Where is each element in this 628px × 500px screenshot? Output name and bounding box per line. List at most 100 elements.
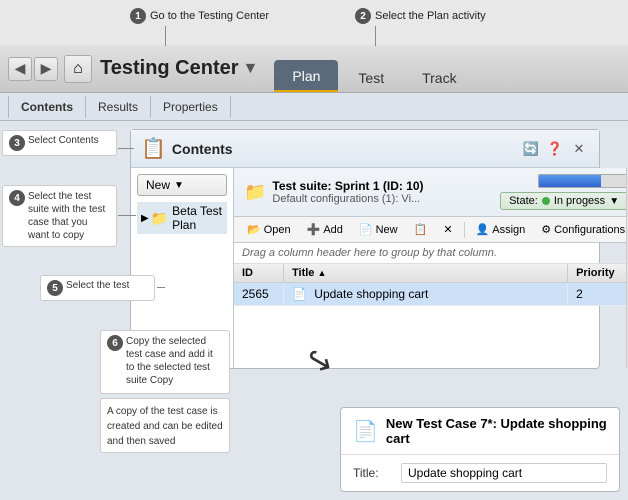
result-header: 📄 New Test Case 7*: Update shopping cart [341, 408, 619, 455]
annotation-line-2 [375, 26, 376, 46]
assign-icon: 👤 [476, 223, 490, 236]
panel-icons: 🔄 ❓ ✕ [521, 139, 589, 159]
result-box: 📄 New Test Case 7*: Update shopping cart… [340, 407, 620, 492]
col-title[interactable]: Title ▲ [284, 264, 568, 282]
new-button-arrow: ▼ [174, 180, 184, 191]
col-id[interactable]: ID [234, 264, 284, 282]
nav-dropdown[interactable]: ▼ [243, 60, 259, 78]
panel-close-icon[interactable]: ✕ [569, 139, 589, 159]
row-icon: 📄 [292, 287, 307, 301]
state-dropdown[interactable]: ▼ [609, 196, 619, 207]
toolbar-add[interactable]: ➕ Add [300, 220, 350, 239]
suite-right: State: In progess ▼ [500, 174, 628, 210]
toolbar-configurations[interactable]: ⚙ Configurations [534, 220, 628, 239]
new-icon: 📄 [359, 223, 373, 236]
tree-expand-icon: ▶ [141, 213, 149, 224]
annotation-4-box: 4 Select the test suite with the test ca… [2, 185, 117, 247]
state-value: In progess [554, 195, 605, 207]
sort-arrow: ▲ [317, 268, 326, 278]
annotation-5-box: 5 Select the test [40, 275, 155, 301]
result-field-label: Title: [353, 466, 393, 480]
config-icon: ⚙ [541, 223, 551, 236]
panel-title: 📋 Contents [141, 136, 233, 161]
cell-title-text: Update shopping cart [314, 287, 428, 301]
cell-id: 2565 [234, 283, 284, 305]
toolbar-delete[interactable]: ✕ [436, 220, 459, 239]
suite-sub: Default configurations (1): Vi... [272, 193, 423, 205]
table-row[interactable]: 2565 📄 Update shopping cart 2 [234, 283, 628, 306]
result-icon: 📄 [353, 419, 378, 444]
state-badge: State: In progess ▼ [500, 192, 628, 210]
sub-nav: Contents Results Properties [0, 93, 628, 121]
add-icon: ➕ [307, 223, 321, 236]
nav-title: Testing Center [100, 57, 239, 80]
panel-refresh-icon[interactable]: 🔄 [521, 139, 541, 159]
annotation-text-2: Select the Plan activity [375, 10, 486, 22]
toolbar-copy[interactable]: 📋 [407, 220, 435, 239]
grid-header: ID Title ▲ Priority [234, 264, 628, 283]
state-dot [542, 197, 550, 205]
nav-tabs: Plan Test Track [274, 45, 476, 92]
home-button[interactable]: ⌂ [64, 55, 92, 83]
annot-text-3: Select Contents [28, 135, 99, 146]
annotation-6-box: 6 Copy the selected test case and add it… [100, 330, 230, 453]
new-button-label: New [146, 178, 170, 192]
toolbar-assign[interactable]: 👤 Assign [469, 220, 533, 239]
copy-icon: 📋 [414, 223, 428, 236]
annot-num-6: 6 [107, 335, 123, 351]
annotation-1: 1 Go to the Testing Center [130, 8, 269, 24]
suite-header: 📁 Test suite: Sprint 1 (ID: 10) Default … [234, 168, 628, 217]
cell-priority: 2 [568, 283, 628, 305]
result-title: New Test Case 7*: Update shopping cart [386, 416, 607, 446]
progress-bar [538, 174, 628, 188]
suite-name: Test suite: Sprint 1 (ID: 10) [272, 179, 423, 193]
leader-line-5 [157, 287, 165, 288]
annot-text-4: Select the test suite with the test case… [28, 190, 110, 242]
annotation-number-2: 2 [355, 8, 371, 24]
toolbar-open[interactable]: 📂 Open [240, 220, 298, 239]
sub-tab-properties[interactable]: Properties [151, 96, 231, 118]
annotation-3-box: 3 Select Contents [2, 130, 117, 156]
contents-icon: 📋 [141, 136, 166, 161]
result-field: Title: Update shopping cart [341, 455, 619, 491]
leader-line-3 [118, 148, 134, 149]
panel-header: 📋 Contents 🔄 ❓ ✕ [131, 130, 599, 168]
annot-text-6-sub: A copy of the test case is created and c… [107, 406, 223, 447]
annotation-line-1 [165, 26, 166, 46]
col-priority[interactable]: Priority [568, 264, 628, 282]
annot-text-5: Select the test [66, 280, 129, 291]
state-label: State: [509, 195, 538, 207]
tab-plan[interactable]: Plan [274, 60, 338, 92]
toolbar: 📂 Open ➕ Add 📄 New 📋 ✕ [234, 217, 628, 243]
new-button[interactable]: New ▼ [137, 174, 227, 196]
annot-num-4: 4 [9, 190, 25, 206]
annot-num-5: 5 [47, 280, 63, 296]
right-panel: 📁 Test suite: Sprint 1 (ID: 10) Default … [234, 168, 628, 368]
nav-bar: ◀ ▶ ⌂ Testing Center ▼ Plan Test Track [0, 45, 628, 93]
tab-track[interactable]: Track [404, 62, 474, 92]
annot-text-6-title: Copy the selected test case and add it t… [126, 335, 223, 387]
progress-bar-inner [539, 175, 601, 187]
drag-hint: Drag a column header here to group by th… [234, 243, 628, 264]
annot-num-3: 3 [9, 135, 25, 151]
cell-title: 📄 Update shopping cart [284, 283, 568, 305]
toolbar-divider [464, 222, 465, 238]
suite-icon: 📁 [244, 182, 266, 203]
tree-item-label: Beta Test Plan [172, 204, 223, 232]
result-field-value[interactable]: Update shopping cart [401, 463, 607, 483]
tree-item-beta[interactable]: ▶ 📁 Beta Test Plan [137, 202, 227, 234]
panel-help-icon[interactable]: ❓ [545, 139, 565, 159]
sub-tab-contents[interactable]: Contents [8, 96, 86, 118]
suite-text: Test suite: Sprint 1 (ID: 10) Default co… [272, 179, 423, 205]
leader-line-4 [118, 215, 136, 216]
toolbar-new[interactable]: 📄 New [352, 220, 405, 239]
back-button[interactable]: ◀ [8, 57, 32, 81]
delete-icon: ✕ [443, 223, 452, 236]
sub-tab-results[interactable]: Results [86, 96, 151, 118]
suite-info: 📁 Test suite: Sprint 1 (ID: 10) Default … [244, 179, 424, 205]
annotation-2: 2 Select the Plan activity [355, 8, 486, 24]
open-icon: 📂 [247, 223, 261, 236]
tab-test[interactable]: Test [340, 62, 402, 92]
forward-button[interactable]: ▶ [34, 57, 58, 81]
panel-title-text: Contents [172, 141, 233, 157]
